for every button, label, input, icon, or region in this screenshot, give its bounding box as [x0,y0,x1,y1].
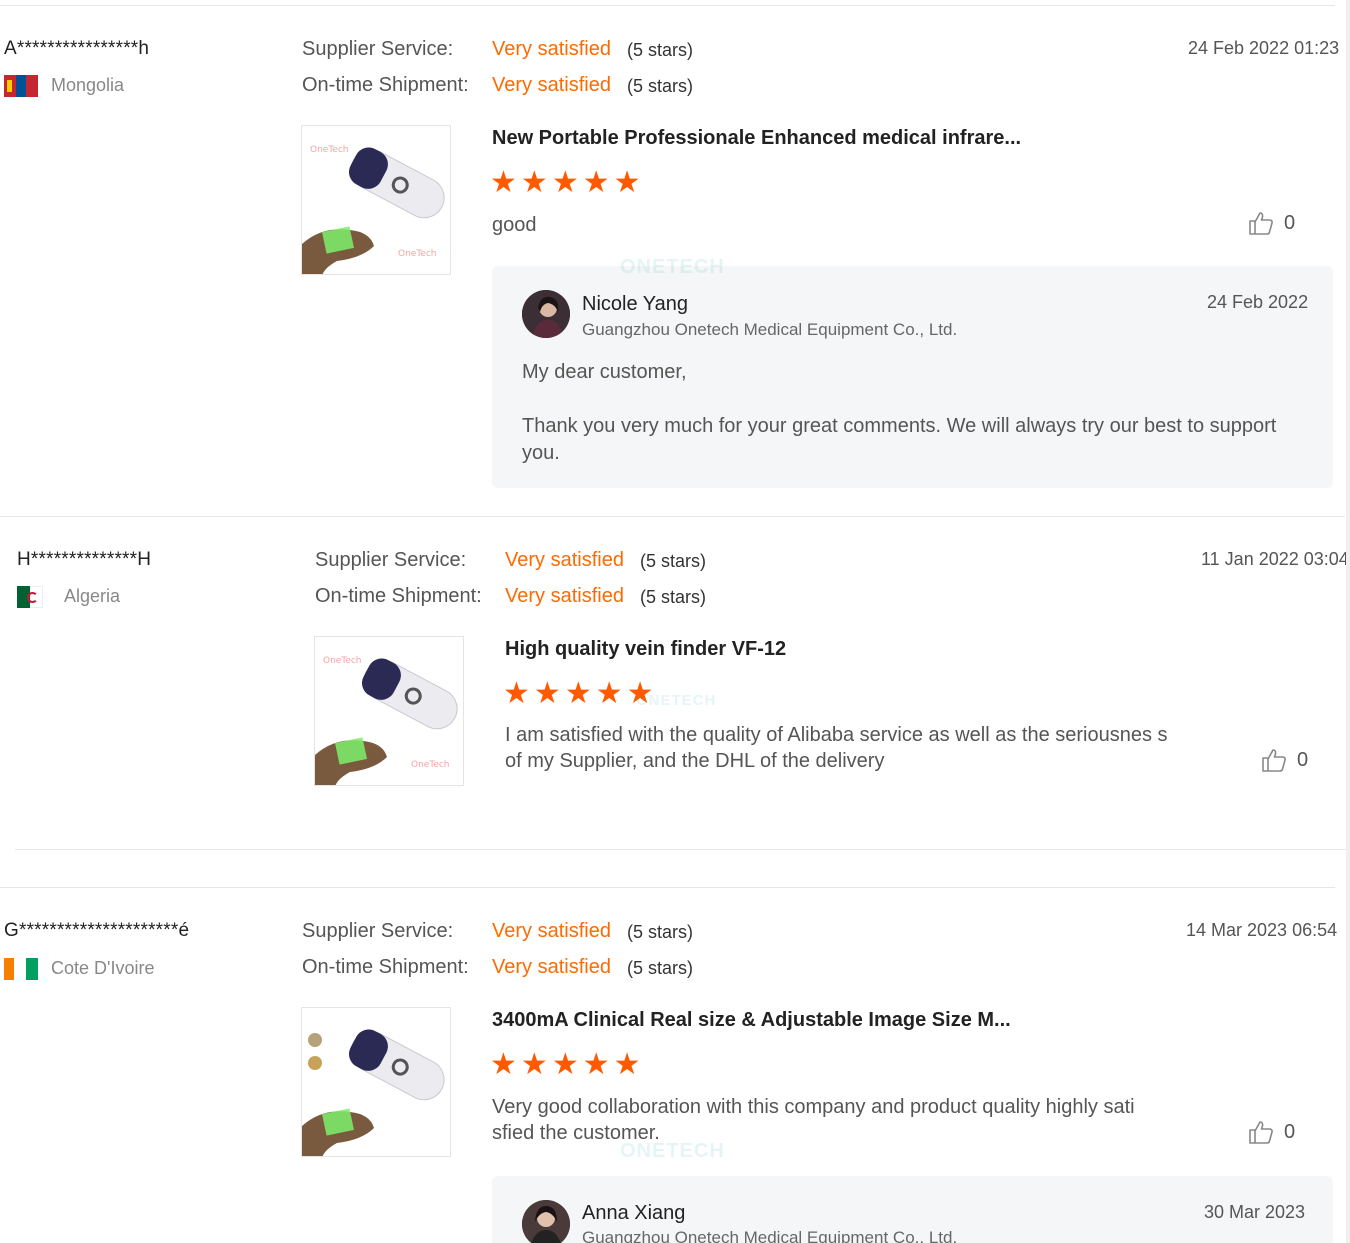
supplier-service-label: Supplier Service: [302,38,454,60]
supplier-reply: Nicole Yang Guangzhou Onetech Medical Eq… [492,266,1333,488]
ontime-shipment-stars: (5 stars) [627,958,694,978]
star-icon: ★ [595,677,623,710]
thumbs-up-icon [1249,212,1273,235]
watermark: ONETECH [620,256,725,278]
like-count: 0 [1284,1120,1296,1143]
flag-icon [17,586,43,608]
reply-greeting: My dear customer, [522,361,687,383]
like-count: 0 [1297,748,1309,771]
review-comment: Very good collaboration with this compan… [492,1096,1135,1144]
star-icon: ★ [520,1048,548,1081]
supplier-service-stars: (5 stars) [640,551,707,571]
rating-stars: ★ ★ ★ ★ ★ [490,1050,641,1080]
product-title[interactable]: High quality vein finder VF-12 [505,638,786,661]
supplier-service-stars: (5 stars) [627,922,694,942]
ontime-shipment-value: Very satisfied [505,585,624,607]
rating-stars: ★ ★ ★ ★ ★ [503,679,654,709]
svg-text:OneTech: OneTech [411,760,449,770]
review-divider [0,516,1345,517]
scrollbar-track[interactable] [1346,0,1350,1243]
product-title[interactable]: 3400mA Clinical Real size & Adjustable I… [492,1009,1011,1032]
supplier-service-value: Very satisfied [492,38,611,60]
star-icon: ★ [564,677,592,710]
flag-icon [4,958,38,980]
product-title[interactable]: New Portable Professionale Enhanced medi… [492,127,1021,150]
star-icon: ★ [613,166,641,199]
like-button[interactable]: 0 [1248,210,1295,236]
supplier-service-label: Supplier Service: [315,549,467,571]
star-icon: ★ [582,166,610,199]
watermark: ONETECH [620,1140,725,1162]
review-divider [0,887,1335,888]
product-thumbnail[interactable]: OneTech OneTech [314,636,464,786]
star-icon: ★ [613,1048,641,1081]
ontime-shipment-label: On-time Shipment: [302,956,469,978]
ontime-shipment-label: On-time Shipment: [302,74,469,96]
supplier-reply: Anna Xiang Guangzhou Onetech Medical Equ… [492,1176,1333,1243]
reply-author-name: Nicole Yang [582,293,688,315]
review-comment: I am satisfied with the quality of Aliba… [505,724,1168,772]
review-divider [15,849,1350,850]
star-icon: ★ [551,166,579,199]
watermark: ONETECH [636,692,717,709]
like-button[interactable]: 0 [1261,747,1308,773]
like-count: 0 [1284,211,1296,234]
supplier-service-value: Very satisfied [505,549,624,571]
reply-author-name: Anna Xiang [582,1202,686,1224]
ontime-shipment-value: Very satisfied [492,956,611,978]
supplier-service-stars: (5 stars) [627,40,694,60]
reply-company: Guangzhou Onetech Medical Equipment Co.,… [582,1228,958,1243]
star-icon: ★ [551,1048,579,1081]
review-date: 14 Mar 2023 06:54 [1186,920,1338,940]
country-name: Mongolia [51,75,125,95]
avatar [522,290,570,338]
svg-text:OneTech: OneTech [323,656,361,666]
avatar [522,1200,570,1243]
ontime-shipment-label: On-time Shipment: [315,585,482,607]
buyer-name: G*********************é [4,920,190,941]
reply-date: 24 Feb 2022 [1207,292,1309,312]
review-date: 11 Jan 2022 03:04 [1201,549,1349,569]
thumbs-up-icon [1262,749,1286,772]
ontime-shipment-stars: (5 stars) [640,587,707,607]
like-button[interactable]: 0 [1248,1119,1295,1145]
star-icon: ★ [490,1048,517,1081]
top-divider [0,5,1335,6]
review-date: 24 Feb 2022 01:23 [1188,38,1340,58]
country-name: Algeria [64,586,121,606]
svg-text:OneTech: OneTech [310,145,348,155]
supplier-service-value: Very satisfied [492,920,611,942]
product-thumbnail[interactable]: OneTech OneTech [301,125,451,275]
svg-text:OneTech: OneTech [398,249,436,259]
reply-text: Thank you very much for your great comme… [522,415,1277,464]
product-thumbnail[interactable] [301,1007,451,1157]
rating-stars: ★ ★ ★ ★ ★ [490,168,641,198]
thumbs-up-icon [1249,1121,1273,1144]
reply-company: Guangzhou Onetech Medical Equipment Co.,… [582,320,958,339]
buyer-name: A****************h [4,38,150,59]
reply-date: 30 Mar 2023 [1204,1202,1306,1222]
supplier-service-label: Supplier Service: [302,920,454,942]
star-icon: ★ [503,677,530,710]
star-icon: ★ [582,1048,610,1081]
buyer-name: H**************H [17,549,152,570]
review-comment: good [492,214,537,236]
star-icon: ★ [490,166,517,199]
star-icon: ★ [520,166,548,199]
ontime-shipment-value: Very satisfied [492,74,611,96]
star-icon: ★ [533,677,561,710]
country-name: Cote D'Ivoire [51,958,155,978]
ontime-shipment-stars: (5 stars) [627,76,694,96]
flag-icon [4,75,38,97]
